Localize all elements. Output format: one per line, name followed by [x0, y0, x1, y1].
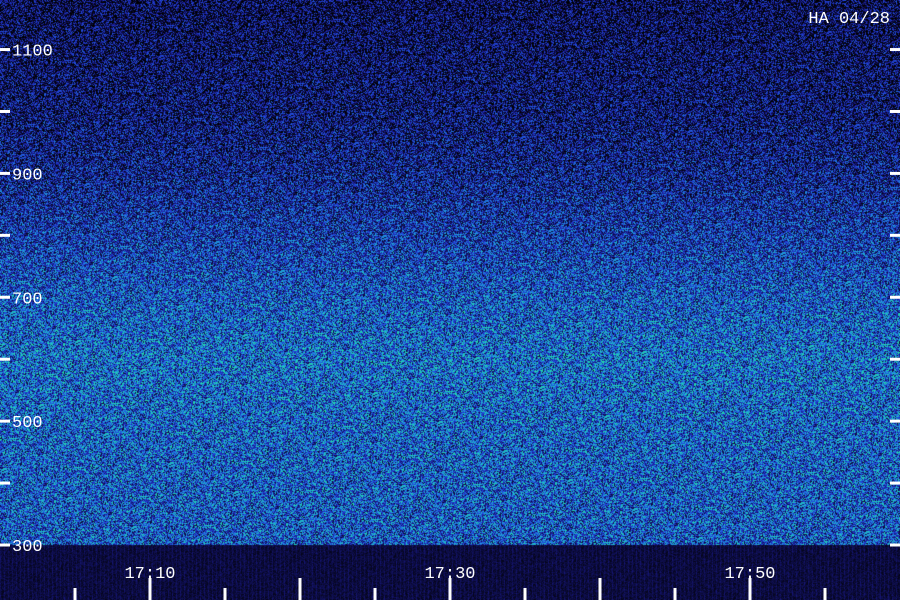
- y-tick-label: 700: [12, 290, 43, 309]
- x-axis: 17:10 17:30 17:50: [73, 565, 827, 600]
- y-axis: 1100 900 700 500 300: [0, 43, 900, 557]
- y-tick-label: 1100: [12, 43, 53, 62]
- y-tick-label: 300: [12, 538, 43, 557]
- x-tick-label: 17:10: [124, 565, 175, 584]
- y-tick-label: 500: [12, 414, 43, 433]
- x-tick-label: 17:50: [724, 565, 775, 584]
- chart-overlay: HA 04/28 1100 900 700 500 300 17:10 17:30 17:5…: [0, 10, 900, 600]
- y-tick-label: 900: [12, 166, 43, 185]
- chart-title: HA 04/28: [808, 10, 890, 29]
- x-tick-label: 17:30: [424, 565, 475, 584]
